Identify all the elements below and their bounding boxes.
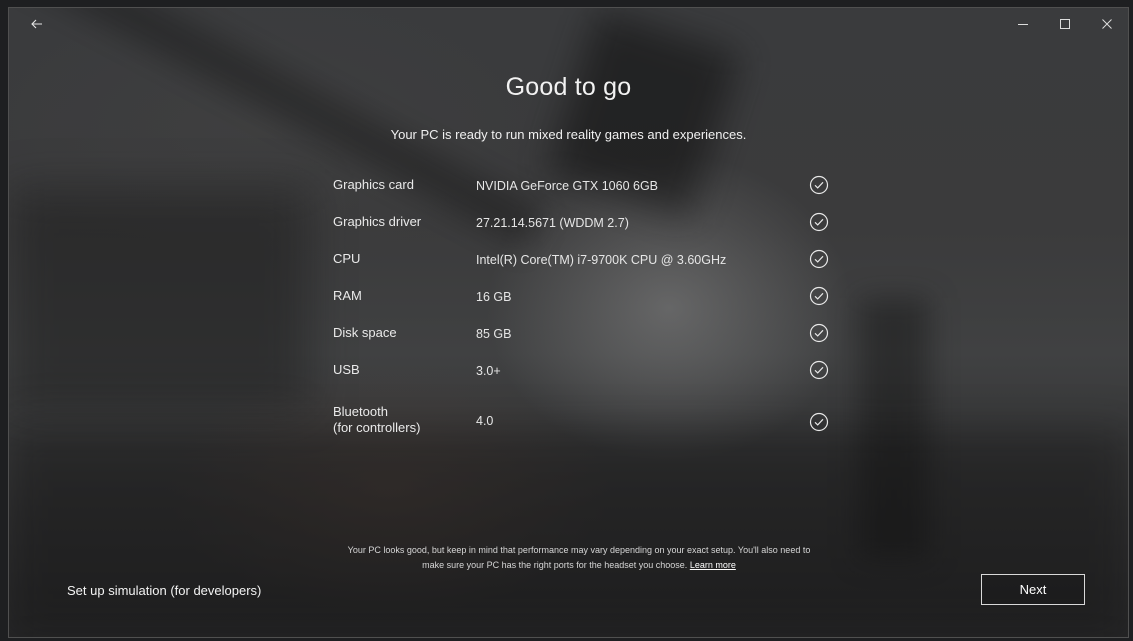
spec-row-bluetooth: Bluetooth (for controllers) 4.0 [333, 404, 843, 440]
check-circle-icon [809, 175, 829, 195]
footnote: Your PC looks good, but keep in mind tha… [339, 543, 819, 573]
setup-simulation-link[interactable]: Set up simulation (for developers) [67, 583, 261, 598]
spec-row-usb: USB 3.0+ [333, 357, 843, 387]
spec-row-graphics-driver: Graphics driver 27.21.14.5671 (WDDM 2.7) [333, 209, 843, 239]
maximize-icon [1060, 19, 1070, 29]
mixed-reality-portal-window: Good to go Your PC is ready to run mixed… [9, 8, 1128, 637]
spec-label: Disk space [333, 325, 397, 340]
spec-label: RAM [333, 288, 362, 303]
back-button[interactable] [25, 14, 49, 34]
minimize-icon [1018, 24, 1028, 25]
close-icon [1102, 19, 1112, 29]
spec-label: USB [333, 362, 360, 377]
close-button[interactable] [1085, 8, 1128, 40]
title-bar [9, 8, 1128, 40]
spec-label: Bluetooth (for controllers) [333, 404, 421, 435]
minimize-button[interactable] [1001, 8, 1045, 40]
spec-value: 3.0+ [476, 364, 501, 378]
spec-row-cpu: CPU Intel(R) Core(TM) i7-9700K CPU @ 3.6… [333, 246, 843, 276]
page-subtitle: Your PC is ready to run mixed reality ga… [390, 127, 747, 142]
spec-value: 85 GB [476, 327, 512, 341]
check-circle-icon [809, 286, 829, 306]
arrow-left-icon [31, 19, 42, 29]
spec-value: 4.0 [476, 414, 494, 428]
spec-value: Intel(R) Core(TM) i7-9700K CPU @ 3.60GHz [476, 253, 727, 267]
spec-row-disk-space: Disk space 85 GB [333, 320, 843, 350]
next-button[interactable]: Next [981, 574, 1085, 605]
spec-label: Graphics card [333, 177, 414, 192]
learn-more-link[interactable]: Learn more [690, 560, 736, 570]
page-title: Good to go [505, 73, 632, 101]
spec-row-graphics-card: Graphics card NVIDIA GeForce GTX 1060 6G… [333, 172, 843, 202]
check-circle-icon [809, 212, 829, 232]
spec-label: CPU [333, 251, 361, 266]
maximize-button[interactable] [1043, 8, 1087, 40]
spec-value: 27.21.14.5671 (WDDM 2.7) [476, 216, 629, 230]
spec-value: NVIDIA GeForce GTX 1060 6GB [476, 179, 659, 193]
spec-label: Graphics driver [333, 214, 422, 229]
check-circle-icon [809, 323, 829, 343]
footnote-text: Your PC looks good, but keep in mind tha… [347, 545, 811, 570]
check-circle-icon [809, 249, 829, 269]
spec-value: 16 GB [476, 290, 512, 304]
spec-row-ram: RAM 16 GB [333, 283, 843, 313]
check-circle-icon [809, 412, 829, 432]
check-circle-icon [809, 360, 829, 380]
